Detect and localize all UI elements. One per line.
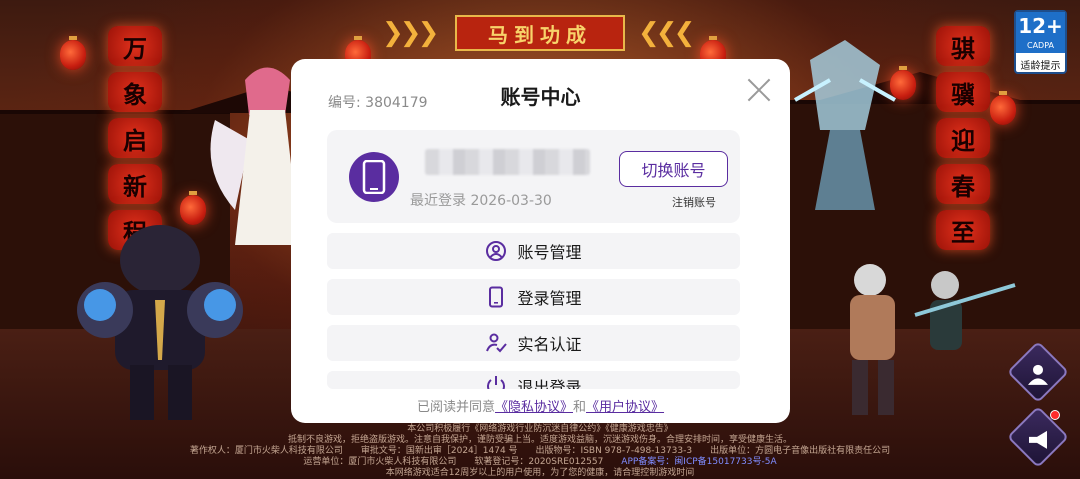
age-rating: 12+ — [1016, 12, 1065, 41]
menu-item-label: 账号管理 — [517, 243, 582, 262]
cancel-account-link[interactable]: 注销账号 — [672, 194, 716, 210]
footer-line: 本公司积极履行《网络游戏行业防沉迷自律公约》《健康游戏忠告》 — [407, 424, 673, 434]
menu-item-account-management[interactable]: 账号管理 — [327, 233, 740, 269]
agree-prefix: 已阅读并同意 — [416, 400, 495, 415]
banner-char: 启 — [108, 118, 162, 158]
legal-footer: 本公司积极履行《网络游戏行业防沉迷自律公约》《健康游戏忠告》 抵制不良游戏，拒绝… — [0, 424, 1080, 479]
last-login: 最近登录 2026-03-30 — [410, 190, 552, 210]
power-icon — [487, 376, 506, 389]
operator-text: 运营单位：厦门市火柴人科技有限公司 软著登记号：2020SRE012557 — [303, 457, 622, 467]
phone-icon — [362, 160, 386, 194]
banner-char: 至 — [936, 210, 990, 250]
close-icon[interactable] — [746, 77, 772, 103]
notification-dot — [1050, 410, 1060, 420]
menu-item-label: 退出登录 — [517, 378, 582, 389]
privacy-policy-link[interactable]: 《隐私协议》 — [495, 400, 573, 415]
beast-fighter-character — [850, 264, 1016, 415]
masked-username — [425, 149, 590, 175]
banner-char: 春 — [936, 164, 990, 204]
agreement-notice: 已阅读并同意《隐私协议》和《用户协议》 — [291, 396, 790, 415]
banner-char: 骥 — [936, 72, 990, 112]
user-circle-icon — [486, 241, 507, 261]
agree-and: 和 — [573, 400, 587, 415]
avatar — [349, 152, 399, 202]
banner-char: 迎 — [936, 118, 990, 158]
lantern — [60, 36, 86, 70]
phone-icon — [489, 286, 504, 308]
footer-line: 抵制不良游戏，拒绝盗版游戏。注意自我保护，谨防受骗上当。适度游戏益脑，沉迷游戏伤… — [287, 435, 792, 445]
chevron-right-icon: ❮❮❮ — [638, 18, 695, 48]
ice-knight-character — [794, 40, 896, 210]
age-rating-org: CADPA — [1016, 41, 1065, 53]
banner-char: 象 — [108, 72, 162, 112]
banner-char: 骐 — [936, 26, 990, 66]
switch-account-button[interactable]: 切换账号 — [619, 151, 728, 187]
footer-line: 本网络游戏适合12周岁以上的用户使用，为了您的健康，请合理控制游戏时间 — [385, 468, 695, 478]
menu-item-label: 实名认证 — [517, 335, 582, 354]
menu-item-real-name-verification[interactable]: 实名认证 — [327, 325, 740, 361]
age-rating-tip: 适龄提示 — [1020, 61, 1061, 72]
last-login-label: 最近登录 — [410, 193, 466, 209]
footer-line: 运营单位：厦门市火柴人科技有限公司 软著登记号：2020SRE012557 AP… — [0, 457, 1080, 468]
user-agreement-link[interactable]: 《用户协议》 — [586, 400, 664, 415]
chevron-left-icon: ❯❯❯ — [382, 18, 439, 48]
icp-record-link[interactable]: APP备案号：闽ICP备15017733号-5A — [621, 457, 776, 467]
footer-line: 著作权人：厦门市火柴人科技有限公司 审批文号：国新出审［2024］1474 号 … — [189, 446, 891, 456]
account-center-dialog: 编号: 3804179 账号中心 最近登录 2026-03-30 切换账号 注销… — [291, 59, 790, 423]
age-rating-badge: 12+ CADPA 适龄提示 — [1014, 10, 1067, 74]
dialog-title: 账号中心 — [500, 85, 581, 109]
lantern — [990, 91, 1016, 125]
user-icon — [1028, 364, 1048, 385]
menu-item-label: 登录管理 — [517, 289, 582, 308]
menu-item-login-management[interactable]: 登录管理 — [327, 279, 740, 315]
top-sign: 马到功成 — [455, 15, 625, 51]
id-check-icon — [486, 333, 508, 353]
banner-char: 万 — [108, 26, 162, 66]
last-login-date: 2026-03-30 — [470, 193, 552, 209]
menu-item-logout[interactable]: 退出登录 — [327, 371, 740, 389]
banner-char: 新 — [108, 164, 162, 204]
user-card: 最近登录 2026-03-30 切换账号 注销账号 — [327, 130, 740, 223]
right-banner: 骐 骥 迎 春 至 — [936, 26, 990, 250]
